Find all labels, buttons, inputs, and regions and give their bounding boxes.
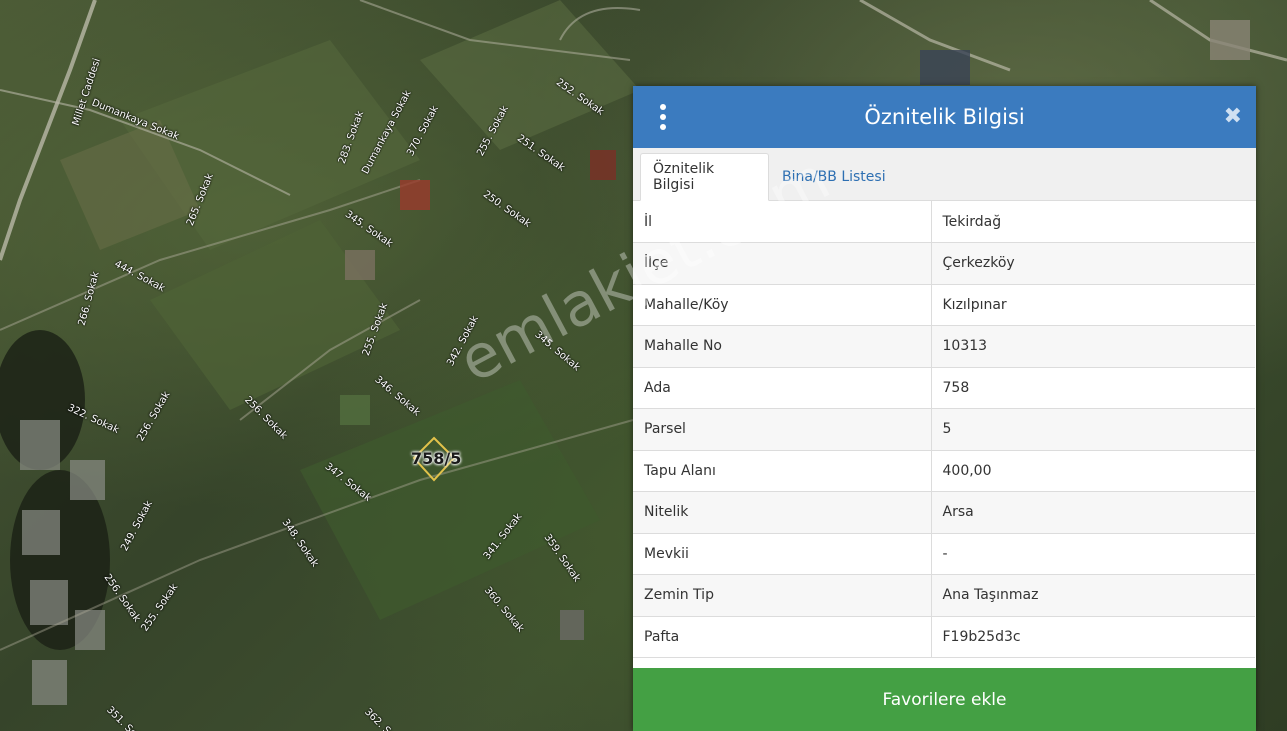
row-value: - — [931, 533, 1255, 575]
row-value: F19b25d3c — [931, 616, 1255, 658]
row-value: Ana Taşınmaz — [931, 574, 1255, 617]
attribute-table: İl Tekirdağ İlçe Çerkezköy Mahalle/Köy Kızı… — [633, 201, 1255, 658]
row-value: Kızılpınar — [931, 284, 1255, 326]
table-row: İlçe Çerkezköy — [633, 242, 1255, 285]
row-value: 400,00 — [931, 450, 1255, 492]
table-row: Pafta F19b25d3c — [633, 616, 1255, 658]
row-key: Tapu Alanı — [633, 450, 932, 492]
add-to-favorites-button[interactable]: Favorilere ekle — [633, 668, 1256, 731]
attribute-panel: Öznitelik Bilgisi ✖ Öznitelik Bilgisi Bi… — [633, 86, 1256, 731]
tab-attribute-info[interactable]: Öznitelik Bilgisi — [640, 153, 769, 201]
row-key: Mahalle No — [633, 325, 932, 368]
tab-building-list[interactable]: Bina/BB Listesi — [770, 153, 898, 200]
row-value: Çerkezköy — [931, 242, 1255, 285]
row-key: İl — [633, 201, 932, 243]
table-row: Tapu Alanı 400,00 — [633, 450, 1255, 492]
parcel-label: 758/5 — [411, 449, 462, 468]
row-value: Tekirdağ — [931, 201, 1255, 243]
row-key: Ada — [633, 367, 932, 409]
row-key: Zemin Tip — [633, 574, 932, 617]
table-row: Ada 758 — [633, 367, 1255, 409]
table-row: Zemin Tip Ana Taşınmaz — [633, 574, 1255, 617]
row-key: Nitelik — [633, 491, 932, 534]
row-key: Mevkii — [633, 533, 932, 575]
row-value: 758 — [931, 367, 1255, 409]
table-row: Mevkii - — [633, 533, 1255, 575]
row-key: Mahalle/Köy — [633, 284, 932, 326]
row-key: Parsel — [633, 408, 932, 451]
tab-bar: Öznitelik Bilgisi Bina/BB Listesi — [633, 148, 1256, 201]
vertical-dots-icon[interactable] — [655, 104, 671, 130]
table-row: Mahalle No 10313 — [633, 325, 1255, 368]
panel-title: Öznitelik Bilgisi — [864, 105, 1025, 129]
table-row: Mahalle/Köy Kızılpınar — [633, 284, 1255, 326]
row-key: Pafta — [633, 616, 932, 658]
row-value: 10313 — [931, 325, 1255, 368]
panel-header: Öznitelik Bilgisi ✖ — [633, 86, 1256, 148]
table-row: Nitelik Arsa — [633, 491, 1255, 534]
table-row: İl Tekirdağ — [633, 201, 1255, 243]
row-value: Arsa — [931, 491, 1255, 534]
table-row: Parsel 5 — [633, 408, 1255, 451]
close-icon[interactable]: ✖ — [1224, 104, 1242, 130]
row-value: 5 — [931, 408, 1255, 451]
row-key: İlçe — [633, 242, 932, 285]
